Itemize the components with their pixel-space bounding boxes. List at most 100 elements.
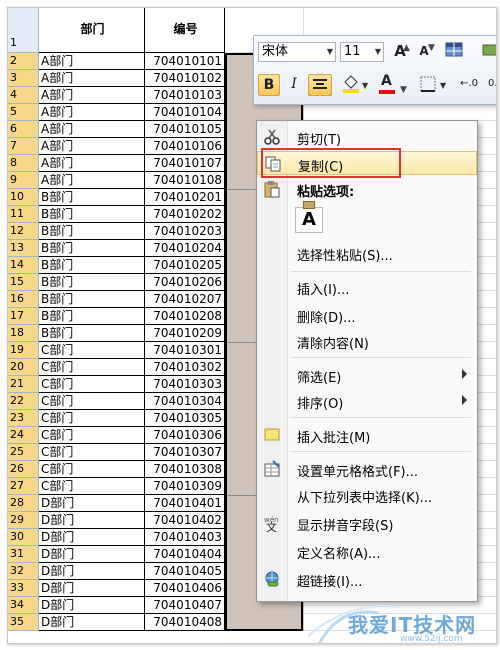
- menu-item-clear[interactable]: 清除内容(N): [257, 329, 477, 353]
- menu-item-cut[interactable]: 剪切(T): [257, 125, 477, 149]
- table-row-id[interactable]: 704010209: [145, 325, 225, 342]
- italic-button[interactable]: I: [284, 74, 304, 96]
- table-row-department[interactable]: B部门: [39, 189, 145, 206]
- table-row-id[interactable]: 704010204: [145, 240, 225, 257]
- table-row-id[interactable]: 704010309: [145, 478, 225, 495]
- column-header-department[interactable]: 部门: [39, 8, 145, 53]
- table-row-department[interactable]: D部门: [39, 529, 145, 546]
- table-row-department[interactable]: B部门: [39, 240, 145, 257]
- table-row-id[interactable]: 704010103: [145, 87, 225, 104]
- table-row-department[interactable]: C部门: [39, 427, 145, 444]
- table-row-department[interactable]: B部门: [39, 308, 145, 325]
- row-header[interactable]: 13: [8, 240, 39, 257]
- row-header[interactable]: 27: [8, 478, 39, 495]
- row-header[interactable]: 33: [8, 580, 39, 597]
- row-header[interactable]: 24: [8, 427, 39, 444]
- table-row-id[interactable]: 704010305: [145, 410, 225, 427]
- table-row-id[interactable]: 704010406: [145, 580, 225, 597]
- table-row-id[interactable]: 704010104: [145, 104, 225, 121]
- row-header[interactable]: 2: [8, 53, 39, 70]
- row-header[interactable]: 22: [8, 393, 39, 410]
- table-row-department[interactable]: B部门: [39, 325, 145, 342]
- fill-color-button[interactable]: ▼: [338, 74, 372, 96]
- bold-button[interactable]: B: [258, 74, 280, 96]
- table-row-id[interactable]: 704010401: [145, 495, 225, 512]
- grow-font-button[interactable]: A ▲: [390, 41, 410, 63]
- menu-item-insert[interactable]: 插入(I)...: [257, 275, 477, 299]
- row-header[interactable]: 6: [8, 121, 39, 138]
- table-row-department[interactable]: B部门: [39, 206, 145, 223]
- table-row-id[interactable]: 704010402: [145, 512, 225, 529]
- empty-cell[interactable]: [304, 104, 496, 121]
- row-header[interactable]: 8: [8, 155, 39, 172]
- table-row-department[interactable]: B部门: [39, 291, 145, 308]
- table-row-id[interactable]: 704010207: [145, 291, 225, 308]
- accounting-format-button[interactable]: [476, 41, 496, 63]
- table-row-department[interactable]: D部门: [39, 580, 145, 597]
- row-header[interactable]: 20: [8, 359, 39, 376]
- table-row-department[interactable]: C部门: [39, 376, 145, 393]
- row-header[interactable]: 14: [8, 257, 39, 274]
- menu-item-hyperlink[interactable]: 超链接(I)...: [257, 567, 477, 591]
- row-header[interactable]: 1: [8, 8, 39, 53]
- row-header[interactable]: 26: [8, 461, 39, 478]
- row-header[interactable]: 23: [8, 410, 39, 427]
- table-row-id[interactable]: 704010304: [145, 393, 225, 410]
- row-header[interactable]: 12: [8, 223, 39, 240]
- table-row-id[interactable]: 704010205: [145, 257, 225, 274]
- table-row-id[interactable]: 704010302: [145, 359, 225, 376]
- table-row-id[interactable]: 704010107: [145, 155, 225, 172]
- menu-item-insert-comment[interactable]: 插入批注(M): [257, 423, 477, 447]
- table-row-id[interactable]: 704010308: [145, 461, 225, 478]
- table-row-id[interactable]: 704010405: [145, 563, 225, 580]
- font-name-select[interactable]: 宋体 ▼: [258, 42, 336, 62]
- table-row-department[interactable]: C部门: [39, 444, 145, 461]
- table-row-id[interactable]: 704010202: [145, 206, 225, 223]
- table-row-department[interactable]: D部门: [39, 546, 145, 563]
- table-row-id[interactable]: 704010106: [145, 138, 225, 155]
- table-row-department[interactable]: A部门: [39, 155, 145, 172]
- table-row-id[interactable]: 704010408: [145, 614, 225, 631]
- menu-item-paste-special[interactable]: 选择性粘贴(S)...: [257, 241, 477, 265]
- menu-item-filter[interactable]: 筛选(E): [257, 363, 477, 387]
- table-row-id[interactable]: 704010101: [145, 53, 225, 70]
- table-row-department[interactable]: B部门: [39, 223, 145, 240]
- shrink-font-button[interactable]: A ▼: [414, 41, 435, 63]
- row-header[interactable]: 35: [8, 614, 39, 631]
- table-row-department[interactable]: D部门: [39, 563, 145, 580]
- row-header[interactable]: 18: [8, 325, 39, 342]
- row-header[interactable]: 32: [8, 563, 39, 580]
- table-row-department[interactable]: A部门: [39, 121, 145, 138]
- table-row-department[interactable]: D部门: [39, 495, 145, 512]
- row-header[interactable]: 11: [8, 206, 39, 223]
- table-row-id[interactable]: 704010306: [145, 427, 225, 444]
- row-header[interactable]: 30: [8, 529, 39, 546]
- table-row-department[interactable]: A部门: [39, 70, 145, 87]
- borders-button[interactable]: ▼: [416, 74, 450, 96]
- table-row-department[interactable]: C部门: [39, 410, 145, 427]
- row-header[interactable]: 9: [8, 172, 39, 189]
- row-header[interactable]: 5: [8, 104, 39, 121]
- table-row-id[interactable]: 704010403: [145, 529, 225, 546]
- font-color-button[interactable]: A ▼: [376, 73, 410, 96]
- menu-item-format-cells[interactable]: 设置单元格格式(F)...: [257, 457, 477, 481]
- menu-item-define-name[interactable]: 定义名称(A)...: [257, 539, 477, 563]
- table-row-id[interactable]: 704010102: [145, 70, 225, 87]
- table-row-department[interactable]: A部门: [39, 53, 145, 70]
- menu-item-pick-list[interactable]: 从下拉列表中选择(K)...: [257, 483, 477, 507]
- table-row-id[interactable]: 704010105: [145, 121, 225, 138]
- table-row-department[interactable]: D部门: [39, 597, 145, 614]
- increase-decimal-button[interactable]: ←.0: [456, 74, 482, 96]
- paste-keep-text-button[interactable]: A: [295, 207, 323, 233]
- menu-item-sort[interactable]: 排序(O): [257, 389, 477, 413]
- table-row-department[interactable]: C部门: [39, 461, 145, 478]
- row-header[interactable]: 28: [8, 495, 39, 512]
- row-header[interactable]: 10: [8, 189, 39, 206]
- row-header[interactable]: 34: [8, 597, 39, 614]
- table-row-department[interactable]: A部门: [39, 104, 145, 121]
- row-header[interactable]: 25: [8, 444, 39, 461]
- table-row-department[interactable]: D部门: [39, 512, 145, 529]
- table-row-department[interactable]: C部门: [39, 342, 145, 359]
- row-header[interactable]: 4: [8, 87, 39, 104]
- table-row-department[interactable]: A部门: [39, 87, 145, 104]
